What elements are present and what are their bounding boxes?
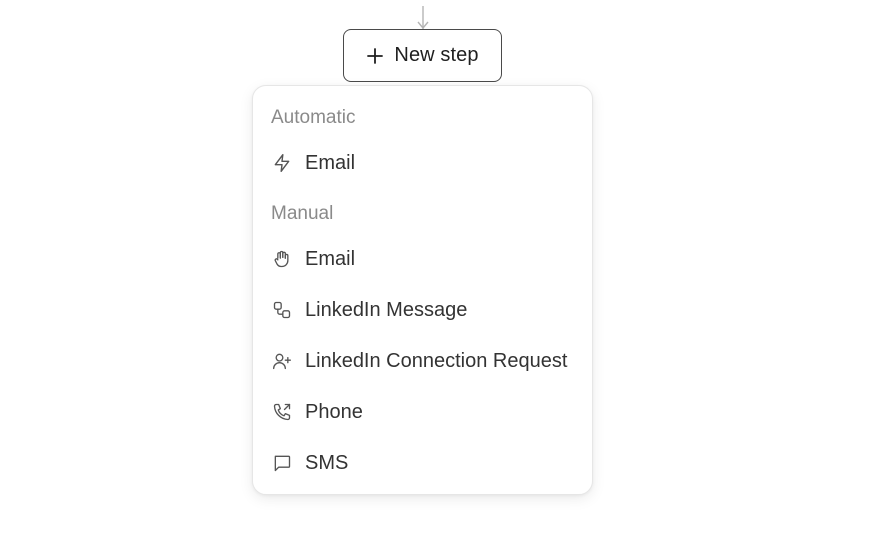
menu-item-label: Email xyxy=(305,247,356,270)
chat-bubble-icon xyxy=(271,452,293,474)
menu-item-linkedin-connection-request[interactable]: LinkedIn Connection Request xyxy=(261,341,584,381)
menu-item-label: Email xyxy=(305,151,356,174)
phone-outgoing-icon xyxy=(271,401,293,423)
menu-item-automatic-email[interactable]: Email xyxy=(261,143,584,183)
section-label-manual: Manual xyxy=(271,203,334,224)
workflow-canvas: New step Automatic Email Manual Email Li… xyxy=(0,0,880,540)
user-plus-icon xyxy=(271,350,293,372)
step-type-menu: Automatic Email Manual Email LinkedIn Me… xyxy=(252,85,593,495)
linked-squares-icon xyxy=(271,299,293,321)
menu-item-label: LinkedIn Message xyxy=(305,298,468,321)
menu-item-sms[interactable]: SMS xyxy=(261,443,584,483)
hand-icon xyxy=(271,248,293,270)
menu-item-linkedin-message[interactable]: LinkedIn Message xyxy=(261,290,584,330)
new-step-label: New step xyxy=(394,44,479,66)
lightning-icon xyxy=(271,152,293,174)
plus-icon xyxy=(367,47,384,64)
menu-item-manual-email[interactable]: Email xyxy=(261,239,584,279)
menu-item-label: SMS xyxy=(305,451,349,474)
menu-item-phone[interactable]: Phone xyxy=(261,392,584,432)
menu-item-label: LinkedIn Connection Request xyxy=(305,349,568,372)
menu-item-label: Phone xyxy=(305,400,363,423)
section-label-automatic: Automatic xyxy=(271,107,356,128)
new-step-button[interactable]: New step xyxy=(343,29,502,82)
